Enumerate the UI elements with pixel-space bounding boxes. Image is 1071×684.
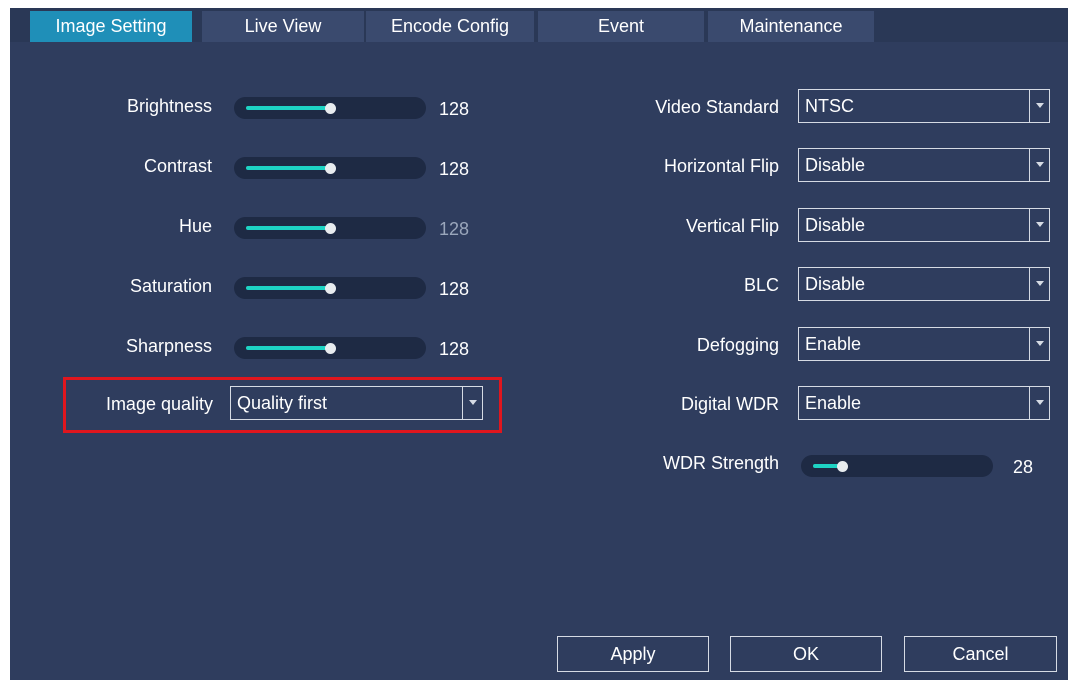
slider-knob[interactable] bbox=[325, 343, 336, 354]
sharpness-label: Sharpness bbox=[125, 336, 212, 356]
image-quality-select[interactable]: Quality first bbox=[230, 386, 483, 420]
chevron-down-icon[interactable] bbox=[462, 387, 482, 419]
vertical-flip-select[interactable]: Disable bbox=[798, 208, 1050, 242]
hue-label: Hue bbox=[178, 216, 212, 236]
horizontal-flip-value: Disable bbox=[805, 155, 866, 175]
chevron-down-icon[interactable] bbox=[1029, 268, 1049, 300]
brightness-slider[interactable] bbox=[234, 97, 426, 119]
video-standard-select[interactable]: NTSC bbox=[798, 89, 1050, 123]
contrast-label: Contrast bbox=[143, 156, 212, 176]
digital-wdr-label: Digital WDR bbox=[680, 394, 779, 414]
image-quality-value: Quality first bbox=[237, 393, 328, 413]
defogging-select[interactable]: Enable bbox=[798, 327, 1050, 361]
chevron-down-icon[interactable] bbox=[1029, 209, 1049, 241]
brightness-value: 128 bbox=[439, 99, 470, 119]
contrast-slider[interactable] bbox=[234, 157, 426, 179]
tab-event[interactable]: Event bbox=[538, 11, 704, 42]
slider-knob[interactable] bbox=[325, 283, 336, 294]
video-standard-label: Video Standard bbox=[655, 97, 779, 117]
sharpness-value: 128 bbox=[439, 339, 470, 359]
apply-button[interactable]: Apply bbox=[557, 636, 709, 672]
defogging-label: Defogging bbox=[696, 335, 779, 355]
brightness-label: Brightness bbox=[126, 96, 212, 116]
chevron-down-icon[interactable] bbox=[1029, 328, 1049, 360]
contrast-value: 128 bbox=[439, 159, 470, 179]
blc-value: Disable bbox=[805, 274, 866, 294]
slider-knob[interactable] bbox=[325, 103, 336, 114]
tab-live-view[interactable]: Live View bbox=[202, 11, 364, 42]
hue-slider[interactable] bbox=[234, 217, 426, 239]
tab-maintenance[interactable]: Maintenance bbox=[708, 11, 874, 42]
sharpness-slider[interactable] bbox=[234, 337, 426, 359]
wdr-strength-slider[interactable] bbox=[801, 455, 993, 477]
vertical-flip-label: Vertical Flip bbox=[685, 216, 779, 236]
blc-select[interactable]: Disable bbox=[798, 267, 1050, 301]
slider-knob[interactable] bbox=[836, 461, 848, 472]
chevron-down-icon[interactable] bbox=[1029, 149, 1049, 181]
ok-button[interactable]: OK bbox=[730, 636, 882, 672]
chevron-down-icon[interactable] bbox=[1029, 387, 1049, 419]
tab-bar: Image Setting Live View Encode Config Ev… bbox=[10, 8, 1068, 42]
chevron-down-icon[interactable] bbox=[1029, 90, 1049, 122]
wdr-strength-value: 28 bbox=[1013, 457, 1034, 477]
digital-wdr-select[interactable]: Enable bbox=[798, 386, 1050, 420]
image-quality-label: Image quality bbox=[105, 394, 213, 414]
digital-wdr-value: Enable bbox=[805, 393, 862, 413]
wdr-strength-label: WDR Strength bbox=[662, 453, 779, 473]
slider-knob[interactable] bbox=[325, 163, 336, 174]
hue-value: 128 bbox=[439, 219, 470, 239]
saturation-label: Saturation bbox=[129, 276, 212, 296]
tab-encode-config[interactable]: Encode Config bbox=[366, 11, 534, 42]
blc-label: BLC bbox=[743, 275, 779, 295]
settings-panel: Image Setting Live View Encode Config Ev… bbox=[10, 8, 1068, 680]
horizontal-flip-select[interactable]: Disable bbox=[798, 148, 1050, 182]
slider-knob[interactable] bbox=[325, 223, 336, 234]
horizontal-flip-label: Horizontal Flip bbox=[663, 156, 779, 176]
saturation-value: 128 bbox=[439, 279, 470, 299]
vertical-flip-value: Disable bbox=[805, 215, 866, 235]
video-standard-value: NTSC bbox=[805, 96, 854, 116]
tab-image-setting[interactable]: Image Setting bbox=[30, 11, 192, 42]
defogging-value: Enable bbox=[805, 334, 862, 354]
cancel-button[interactable]: Cancel bbox=[904, 636, 1057, 672]
saturation-slider[interactable] bbox=[234, 277, 426, 299]
